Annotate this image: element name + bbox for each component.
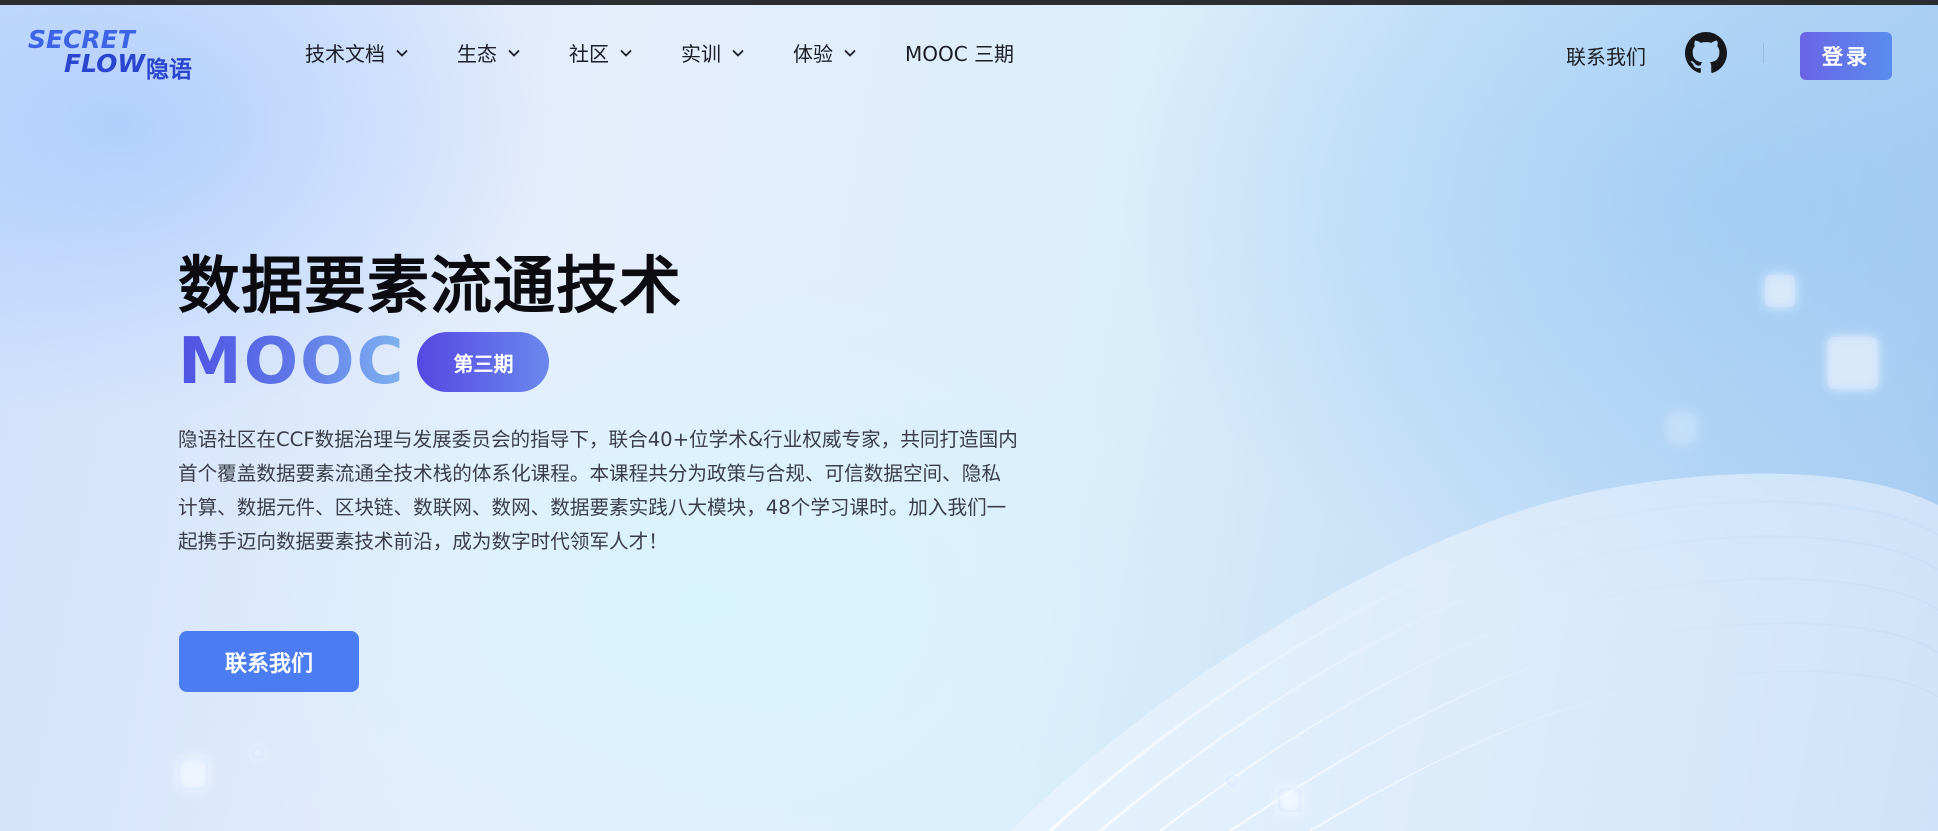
nav-item-label: 实训 (681, 42, 721, 66)
chevron-down-icon (732, 49, 744, 57)
nav-item-docs[interactable]: 技术文档 (305, 38, 409, 67)
logo-text-cn: 隐语 (146, 57, 192, 83)
nav-item-label: 生态 (457, 42, 497, 66)
contact-us-button[interactable]: 联系我们 (179, 631, 359, 692)
github-icon[interactable] (1685, 32, 1727, 74)
nav-item-experience[interactable]: 体验 (793, 38, 857, 67)
hero-description-line: 起携手迈向数据要素技术前沿，成为数字时代领军人才！ (178, 530, 668, 553)
hero-background (0, 5, 1938, 831)
season-badge: 第三期 (417, 332, 550, 392)
logo-text-flow: FLOW (64, 49, 145, 78)
mooc-heading: MOOC (178, 325, 406, 399)
hero-description-line: 计算、数据元件、区块链、数联网、数网、数据要素实践八大模块，48个学习课时。加入… (178, 496, 1007, 519)
login-button[interactable]: 登录 (1800, 32, 1892, 80)
nav-item-ecosystem[interactable]: 生态 (457, 38, 521, 67)
nav-item-community[interactable]: 社区 (569, 38, 633, 67)
header-divider (1763, 43, 1764, 63)
nav-item-mooc[interactable]: MOOC 三期 (905, 38, 1014, 67)
chevron-down-icon (396, 49, 408, 57)
chevron-down-icon (620, 49, 632, 57)
hero-description: 隐语社区在CCF数据治理与发展委员会的指导下，联合40+位学术&行业权威专家，共… (178, 423, 1073, 559)
glass-cube-decoration (1668, 413, 1696, 443)
hero-description-line: 首个覆盖数据要素流通全技术栈的体系化课程。本课程共分为政策与合规、可信数据空间、… (178, 462, 1001, 485)
nav-item-label: 技术文档 (305, 42, 385, 66)
chevron-down-icon (508, 49, 520, 57)
hero-mooc-row: MOOC 第三期 (178, 325, 550, 399)
wave-decoration (1010, 473, 1938, 831)
nav-item-training[interactable]: 实训 (681, 38, 745, 67)
glass-cube-decoration (1278, 788, 1302, 812)
glass-cube-decoration (1226, 775, 1238, 787)
glass-cube-decoration (1765, 275, 1795, 307)
site-header: SECRET FLOW 隐语 技术文档 生态 社区 实训 体验 MOOC 三期 … (0, 5, 1938, 97)
chevron-down-icon (844, 49, 856, 57)
nav-item-label: 社区 (569, 42, 609, 66)
hero-description-line: 隐语社区在CCF数据治理与发展委员会的指导下，联合40+位学术&行业权威专家，共… (178, 428, 1018, 451)
secretflow-logo[interactable]: SECRET FLOW 隐语 (28, 25, 212, 83)
glass-cube-decoration (1828, 337, 1878, 389)
glass-cube-decoration (252, 747, 264, 759)
nav-item-label: MOOC 三期 (905, 42, 1015, 66)
header-contact-link[interactable]: 联系我们 (1566, 41, 1646, 70)
hero-title: 数据要素流通技术 (178, 249, 683, 322)
nav-item-label: 体验 (793, 42, 833, 66)
main-nav: 技术文档 生态 社区 实训 体验 MOOC 三期 (305, 38, 1062, 67)
glass-cube-decoration (178, 758, 208, 790)
